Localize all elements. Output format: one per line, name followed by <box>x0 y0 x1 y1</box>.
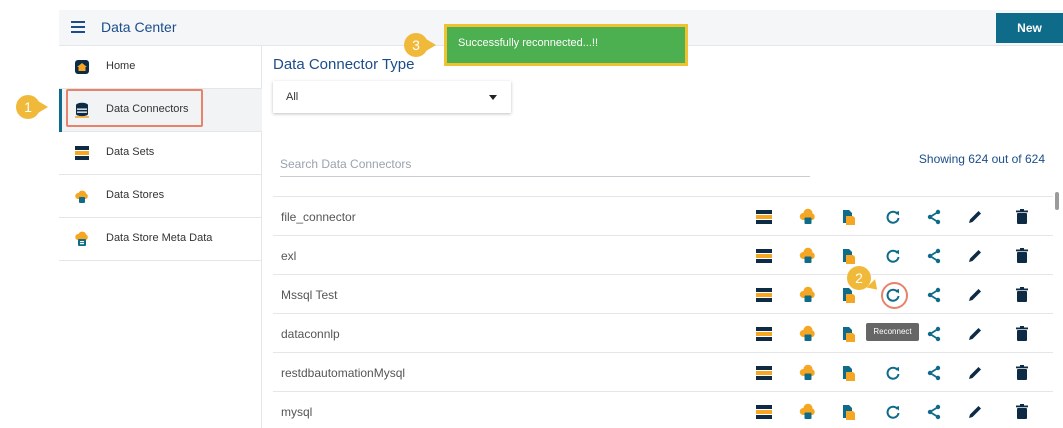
share-icon[interactable] <box>925 247 943 265</box>
sidebar-item-label: Data Sets <box>106 146 155 158</box>
file-copy-icon[interactable] <box>839 403 857 421</box>
sidebar-item-label: Data Stores <box>106 189 165 201</box>
step-badge-1: 1 <box>16 95 40 119</box>
cloud-icon[interactable] <box>799 325 817 343</box>
search-input[interactable] <box>280 151 810 177</box>
dataset-icon[interactable] <box>755 286 773 304</box>
share-icon[interactable] <box>925 403 943 421</box>
connector-name: restdbautomationMysql <box>281 366 406 380</box>
success-toast: Successfully reconnected...!! <box>444 24 688 66</box>
page-title: Data Connector Type <box>273 56 415 73</box>
dataset-icon <box>75 146 89 160</box>
cloud-icon[interactable] <box>799 247 817 265</box>
scrollbar-thumb[interactable] <box>1055 192 1059 210</box>
cloud-icon <box>75 190 88 203</box>
delete-icon[interactable] <box>1013 247 1031 265</box>
select-value: All <box>286 91 299 103</box>
share-icon[interactable] <box>925 325 943 343</box>
connector-row[interactable]: exl <box>273 235 1053 274</box>
delete-icon[interactable] <box>1013 208 1031 226</box>
sidebar-item-home[interactable]: Home <box>59 46 262 89</box>
file-copy-icon[interactable] <box>839 325 857 343</box>
menu-icon[interactable] <box>71 21 85 33</box>
edit-icon[interactable] <box>966 403 984 421</box>
connector-row[interactable]: mysql <box>273 391 1053 428</box>
sidebar-item-data-stores[interactable]: Data Stores <box>59 175 262 218</box>
dataset-icon[interactable] <box>755 364 773 382</box>
share-icon[interactable] <box>925 286 943 304</box>
connector-list: file_connectorexl Mssql Test dataconnlp res… <box>273 196 1053 428</box>
connector-name: file_connector <box>281 210 356 224</box>
cloud-icon[interactable] <box>799 364 817 382</box>
dataset-icon[interactable] <box>755 247 773 265</box>
highlight-box-data-connectors <box>66 89 203 127</box>
cloud-icon[interactable] <box>799 208 817 226</box>
dataset-icon[interactable] <box>755 208 773 226</box>
connector-row[interactable]: restdbautomationMysql <box>273 352 1053 391</box>
edit-icon[interactable] <box>966 364 984 382</box>
share-icon[interactable] <box>925 208 943 226</box>
edit-icon[interactable] <box>966 247 984 265</box>
delete-icon[interactable] <box>1013 325 1031 343</box>
edit-icon[interactable] <box>966 208 984 226</box>
delete-icon[interactable] <box>1013 403 1031 421</box>
reconnect-icon[interactable] <box>884 208 902 226</box>
step-badge-3-pointer <box>426 39 436 51</box>
edit-icon[interactable] <box>966 325 984 343</box>
result-count: Showing 624 out of 624 <box>918 152 1045 166</box>
sidebar-item-data-sets[interactable]: Data Sets <box>59 132 262 175</box>
step-badge-1-pointer <box>38 101 48 113</box>
reconnect-tooltip: Reconnect <box>866 323 919 341</box>
reconnect-icon[interactable] <box>884 247 902 265</box>
sidebar-item-data-store-meta-data[interactable]: Data Store Meta Data <box>59 218 262 261</box>
delete-icon[interactable] <box>1013 286 1031 304</box>
highlight-ring-reconnect <box>881 282 908 309</box>
cloud-icon[interactable] <box>799 403 817 421</box>
file-copy-icon[interactable] <box>839 247 857 265</box>
delete-icon[interactable] <box>1013 364 1031 382</box>
connector-type-select[interactable]: All <box>273 81 511 113</box>
file-copy-icon[interactable] <box>839 208 857 226</box>
connector-row[interactable]: dataconnlp <box>273 313 1053 352</box>
connector-name: mysql <box>281 405 313 419</box>
new-button[interactable]: New <box>996 13 1063 43</box>
home-icon <box>75 60 89 74</box>
share-icon[interactable] <box>925 364 943 382</box>
dataset-icon[interactable] <box>755 325 773 343</box>
meta-cloud-icon <box>75 231 88 246</box>
connector-name: Mssql Test <box>281 288 338 302</box>
toast-message: Successfully reconnected...!! <box>458 37 599 49</box>
step-badge-3: 3 <box>404 33 428 57</box>
file-copy-icon[interactable] <box>839 364 857 382</box>
caret-down-icon <box>489 95 497 100</box>
scrollbar[interactable] <box>1054 188 1060 428</box>
connector-row[interactable]: Mssql Test <box>273 274 1053 313</box>
connector-row[interactable]: file_connector <box>273 196 1053 235</box>
cloud-icon[interactable] <box>799 286 817 304</box>
reconnect-icon[interactable] <box>884 403 902 421</box>
sidebar-item-label: Home <box>106 60 136 72</box>
edit-icon[interactable] <box>966 286 984 304</box>
dataset-icon[interactable] <box>755 403 773 421</box>
app-title: Data Center <box>101 19 177 35</box>
reconnect-icon[interactable] <box>884 364 902 382</box>
sidebar-item-label: Data Store Meta Data <box>106 232 213 244</box>
connector-name: dataconnlp <box>281 327 340 341</box>
connector-name: exl <box>281 249 297 263</box>
